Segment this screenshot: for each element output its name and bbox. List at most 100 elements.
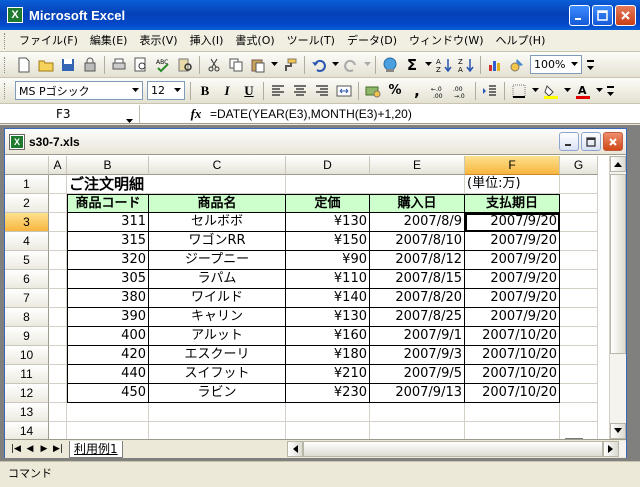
cell-a12[interactable] (49, 384, 67, 403)
zoom-dropdown[interactable] (568, 56, 581, 73)
undo-button[interactable] (309, 55, 329, 75)
chart-wizard-button[interactable] (485, 55, 505, 75)
currency-button[interactable] (363, 81, 383, 101)
cell[interactable] (560, 403, 598, 422)
row-header-4[interactable]: 4 (5, 232, 49, 251)
cell[interactable] (465, 422, 560, 439)
drawing-button[interactable] (507, 55, 527, 75)
data-cell[interactable]: ¥130 (286, 308, 370, 327)
formula-input[interactable]: =DATE(YEAR(E3),MONTH(E3)+1,20) (210, 107, 412, 121)
font-color-button[interactable]: A (573, 81, 593, 101)
zoom-select[interactable]: 100% (530, 55, 582, 74)
fill-color-button[interactable] (541, 81, 561, 101)
research-button[interactable] (175, 55, 195, 75)
data-cell[interactable]: 2007/9/20 (465, 213, 560, 232)
workbook-icon[interactable]: X (9, 133, 25, 150)
toolbar-options-button[interactable] (605, 81, 615, 101)
vertical-scrollbar[interactable] (609, 156, 626, 439)
data-cell[interactable]: エスクーリ (149, 346, 286, 365)
cell-a7[interactable] (49, 289, 67, 308)
indent-button[interactable] (480, 81, 500, 101)
data-cell[interactable]: ¥160 (286, 327, 370, 346)
data-cell[interactable]: 2007/8/10 (370, 232, 465, 251)
cell-a5[interactable] (49, 251, 67, 270)
data-cell[interactable]: ¥230 (286, 384, 370, 403)
print-button[interactable] (109, 55, 129, 75)
column-title-2[interactable]: 定価 (286, 194, 370, 213)
name-box[interactable]: F3 (0, 104, 140, 123)
comma-button[interactable]: , (407, 81, 427, 101)
cell-a2[interactable] (49, 194, 67, 213)
data-cell[interactable]: 2007/10/20 (465, 384, 560, 403)
cell-a6[interactable] (49, 270, 67, 289)
merge-center-button[interactable] (334, 81, 354, 101)
row-header-5[interactable]: 5 (5, 251, 49, 270)
data-cell[interactable]: 400 (67, 327, 149, 346)
scroll-up-button[interactable] (610, 156, 626, 172)
minimize-button[interactable] (569, 5, 590, 26)
horizontal-scrollbar[interactable] (287, 441, 626, 457)
row-header-1[interactable]: 1 (5, 175, 49, 194)
row-header-8[interactable]: 8 (5, 308, 49, 327)
cell-a14[interactable] (49, 422, 67, 439)
column-header-f[interactable]: F (465, 156, 560, 175)
sheet-title[interactable]: ご注文明細 (67, 175, 286, 194)
row-header-3[interactable]: 3 (5, 213, 49, 232)
autosum-button[interactable]: Σ (402, 55, 422, 75)
data-cell[interactable]: 2007/10/20 (465, 365, 560, 384)
cell[interactable] (560, 251, 598, 270)
save-button[interactable] (58, 55, 78, 75)
data-cell[interactable]: 390 (67, 308, 149, 327)
column-header-e[interactable]: E (370, 156, 465, 175)
data-cell[interactable]: 2007/8/12 (370, 251, 465, 270)
hyperlink-button[interactable] (380, 55, 400, 75)
first-sheet-button[interactable]: |◀ (9, 442, 23, 456)
cut-button[interactable] (204, 55, 224, 75)
cell[interactable] (370, 403, 465, 422)
align-right-button[interactable] (312, 81, 332, 101)
cell[interactable] (286, 175, 465, 194)
cell[interactable] (560, 327, 598, 346)
row-header-9[interactable]: 9 (5, 327, 49, 346)
font-color-dropdown[interactable] (595, 81, 603, 101)
cell[interactable] (560, 289, 598, 308)
data-cell[interactable]: ¥180 (286, 346, 370, 365)
font-size-select[interactable]: 12 (147, 81, 185, 100)
cell[interactable] (560, 422, 598, 439)
cell[interactable] (149, 403, 286, 422)
data-cell[interactable]: 2007/9/5 (370, 365, 465, 384)
cell[interactable] (149, 422, 286, 439)
data-cell[interactable]: 2007/10/20 (465, 346, 560, 365)
sort-descending-button[interactable]: ZA (456, 55, 476, 75)
toolbar-options-button[interactable] (585, 55, 595, 75)
data-cell[interactable]: 380 (67, 289, 149, 308)
column-title-0[interactable]: 商品コード (67, 194, 149, 213)
data-cell[interactable]: 2007/8/20 (370, 289, 465, 308)
column-header-d[interactable]: D (286, 156, 370, 175)
align-center-button[interactable] (290, 81, 310, 101)
cell-a9[interactable] (49, 327, 67, 346)
format-painter-button[interactable] (280, 55, 300, 75)
workbook-close-button[interactable] (603, 132, 623, 151)
workbook-maximize-button[interactable] (581, 132, 601, 151)
menu-item-7[interactable]: ウィンドウ(W) (403, 31, 489, 51)
data-cell[interactable]: 2007/10/20 (465, 327, 560, 346)
menu-item-3[interactable]: 挿入(I) (184, 31, 230, 51)
data-cell[interactable]: 305 (67, 270, 149, 289)
data-cell[interactable]: セルボボ (149, 213, 286, 232)
row-header-6[interactable]: 6 (5, 270, 49, 289)
font-name-dropdown[interactable] (129, 82, 142, 99)
menu-item-2[interactable]: 表示(V) (133, 31, 183, 51)
maximize-button[interactable] (592, 5, 613, 26)
data-cell[interactable]: 2007/9/20 (465, 308, 560, 327)
permission-button[interactable] (80, 55, 100, 75)
data-cell[interactable]: ラパム (149, 270, 286, 289)
cell-a3[interactable] (49, 213, 67, 232)
percent-button[interactable]: % (385, 81, 405, 101)
row-header-2[interactable]: 2 (5, 194, 49, 213)
data-cell[interactable]: 311 (67, 213, 149, 232)
italic-button[interactable]: I (217, 81, 237, 101)
data-cell[interactable]: ワゴンRR (149, 232, 286, 251)
paste-dropdown[interactable] (270, 55, 278, 75)
toolbar-grip[interactable] (4, 56, 7, 73)
